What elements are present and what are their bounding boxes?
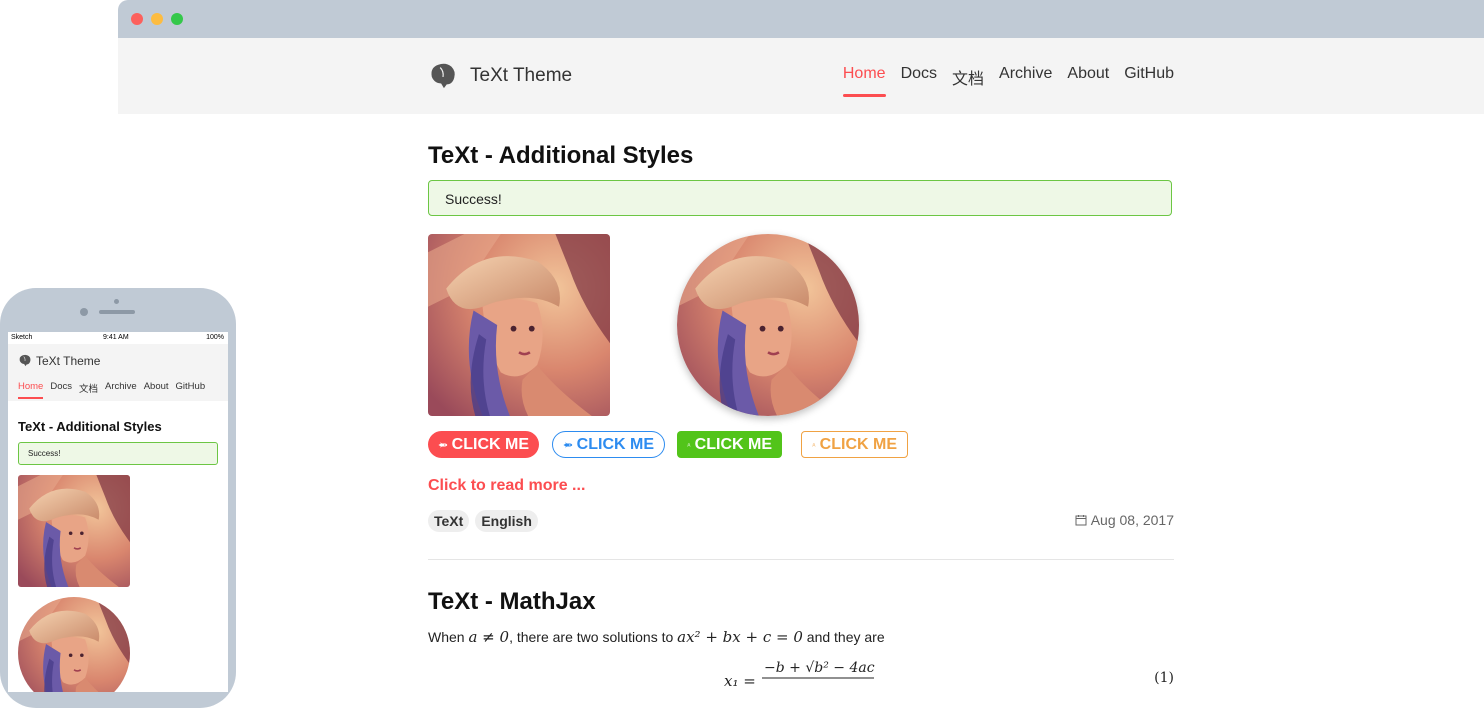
user-icon <box>687 442 691 447</box>
post-date: Aug 08, 2017 <box>1075 512 1174 528</box>
intro-text: , there are two solutions to <box>509 629 674 645</box>
math-display-equation: x₁ = −b + √b² − 4ac <box>724 660 894 686</box>
intro-text: When <box>428 629 465 645</box>
desktop-browser-window: TeXt Theme Home Docs 文档 Archive About Gi… <box>118 0 1484 686</box>
mobile-nav-docs-zh[interactable]: 文档 <box>79 381 98 395</box>
user-icon <box>812 442 816 447</box>
tag-english[interactable]: English <box>475 510 538 532</box>
site-logo-icon[interactable] <box>18 354 32 367</box>
mobile-post-title[interactable]: TeXt - Additional Styles <box>18 419 162 434</box>
mobile-nav-home[interactable]: Home <box>18 381 44 399</box>
nav-home[interactable]: Home <box>842 65 886 97</box>
site-header: TeXt Theme Home Docs 文档 Archive About Gi… <box>118 38 1484 114</box>
mobile-nav: Home Docs 文档 Archive About GitHub <box>18 381 206 399</box>
click-me-button-red[interactable]: CLICK ME <box>428 431 539 458</box>
mobile-nav-about[interactable]: About <box>144 381 169 395</box>
rocket-icon <box>563 441 573 448</box>
mobile-nav-github[interactable]: GitHub <box>176 381 206 395</box>
main-nav: Home Docs 文档 Archive About GitHub <box>842 65 1174 97</box>
tag-text[interactable]: TeXt <box>428 510 470 532</box>
math-inline: ax² + bx + c = 0 <box>677 628 803 646</box>
math-intro: When a ≠ 0, there are two solutions to a… <box>428 628 885 646</box>
calendar-icon <box>1075 515 1087 526</box>
click-me-button-blue[interactable]: CLICK ME <box>552 431 665 458</box>
click-me-button-green[interactable]: CLICK ME <box>677 431 782 458</box>
mobile-nav-docs[interactable]: Docs <box>50 381 72 395</box>
math-inline: a ≠ 0 <box>468 628 510 646</box>
phone-speaker <box>99 310 135 314</box>
post-divider <box>428 559 1174 560</box>
status-carrier: Sketch <box>11 334 33 341</box>
mobile-nav-archive[interactable]: Archive <box>105 381 137 395</box>
lena-circle-image <box>677 234 859 416</box>
mobile-device-mock: Sketch 9:41 AM 100% TeXt Theme Home Docs… <box>0 288 236 708</box>
post-tags: TeXt English <box>428 510 538 532</box>
success-alert: Success! <box>428 180 1172 216</box>
mobile-site-header: TeXt Theme Home Docs 文档 Archive About Gi… <box>8 344 228 401</box>
phone-camera <box>80 308 88 316</box>
svg-text:−b + √b² − 4ac: −b + √b² − 4ac <box>764 660 875 676</box>
mobile-success-alert: Success! <box>18 442 218 465</box>
button-label: CLICK ME <box>451 435 529 453</box>
site-title[interactable]: TeXt Theme <box>470 65 572 87</box>
site-logo-icon[interactable] <box>428 62 458 90</box>
rocket-icon <box>438 441 448 448</box>
post-title[interactable]: TeXt - Additional Styles <box>428 142 693 170</box>
button-label: CLICK ME <box>694 435 772 453</box>
button-label: CLICK ME <box>819 435 897 453</box>
button-label: CLICK ME <box>576 435 654 453</box>
nav-docs-zh[interactable]: 文档 <box>952 65 984 95</box>
equation-number: (1) <box>1154 670 1174 686</box>
svg-text:x₁ =: x₁ = <box>724 672 756 686</box>
nav-github[interactable]: GitHub <box>1124 65 1174 95</box>
status-time: 9:41 AM <box>103 334 129 341</box>
mobile-site-title[interactable]: TeXt Theme <box>36 354 100 368</box>
read-more-link[interactable]: Click to read more ... <box>428 477 585 495</box>
status-battery: 100% <box>206 334 224 341</box>
date-text: Aug 08, 2017 <box>1090 512 1174 528</box>
lena-square-image <box>428 234 610 416</box>
post-title[interactable]: TeXt - MathJax <box>428 588 596 616</box>
window-titlebar <box>118 0 1484 38</box>
mobile-lena-circle-image <box>18 597 130 692</box>
nav-about[interactable]: About <box>1067 65 1109 95</box>
intro-text: and they are <box>806 629 885 645</box>
alert-text: Success! <box>445 191 502 207</box>
mobile-screen: Sketch 9:41 AM 100% TeXt Theme Home Docs… <box>8 332 228 692</box>
close-window-button[interactable] <box>131 13 143 25</box>
click-me-button-orange[interactable]: CLICK ME <box>801 431 908 458</box>
phone-sensor <box>114 299 119 304</box>
maximize-window-button[interactable] <box>171 13 183 25</box>
mobile-status-bar: Sketch 9:41 AM 100% <box>8 332 228 344</box>
nav-docs[interactable]: Docs <box>901 65 937 95</box>
nav-archive[interactable]: Archive <box>999 65 1052 95</box>
alert-text: Success! <box>28 449 61 458</box>
mobile-lena-square-image <box>18 475 130 587</box>
minimize-window-button[interactable] <box>151 13 163 25</box>
